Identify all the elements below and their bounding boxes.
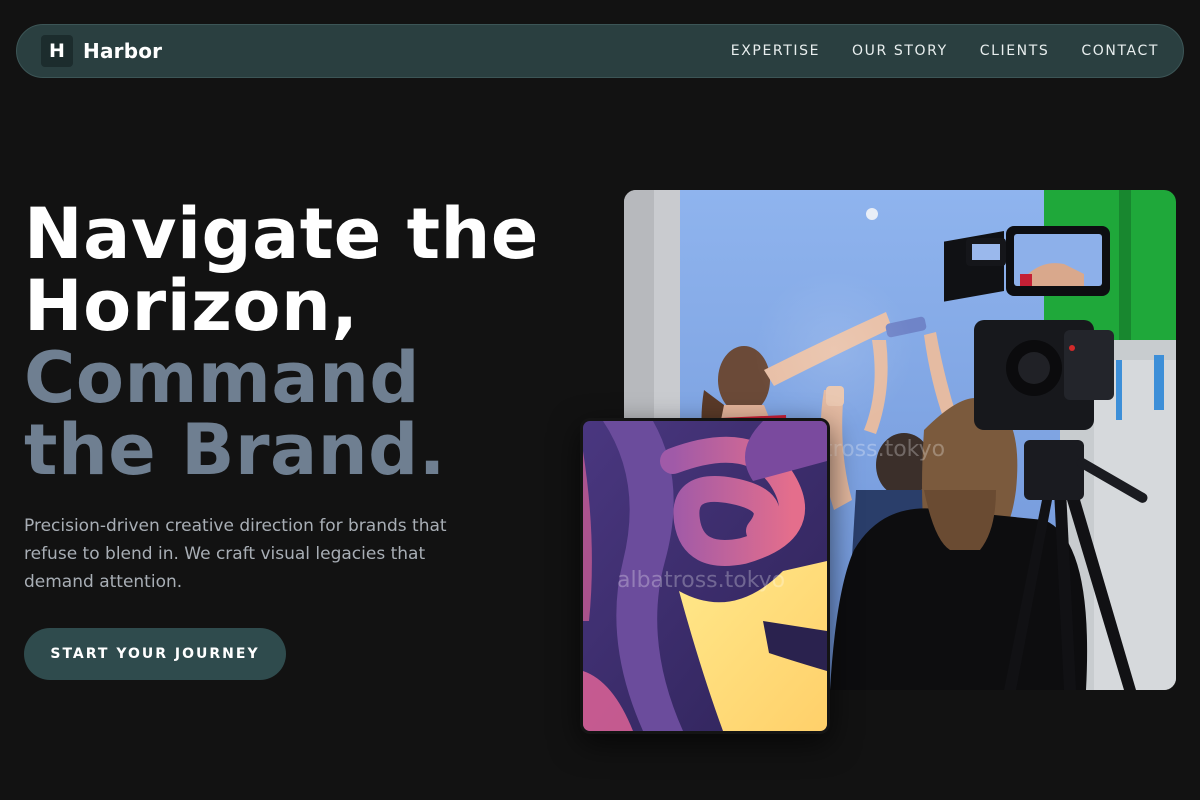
nav-links: EXPERTISE OUR STORY CLIENTS CONTACT [731, 43, 1159, 59]
brand-mark-icon: H [41, 35, 73, 67]
hero-title-line-4: the Brand. [24, 409, 446, 491]
page: H Harbor EXPERTISE OUR STORY CLIENTS CON… [0, 0, 1200, 800]
watermark-main: tross.tokyo [824, 437, 945, 462]
hero-subtitle: Precision-driven creative direction for … [24, 516, 447, 592]
hero-title-line-2: Horizon, [24, 265, 359, 347]
hero-title: Navigate the Horizon, Command the Brand. [24, 198, 584, 486]
top-nav: H Harbor EXPERTISE OUR STORY CLIENTS CON… [16, 24, 1184, 78]
nav-link-our-story[interactable]: OUR STORY [852, 43, 948, 59]
start-journey-button[interactable]: START YOUR JOURNEY [24, 628, 286, 680]
abstract-paint-illustration: albatross.tokyo [583, 421, 827, 731]
hero-title-line-1: Navigate the [24, 193, 539, 275]
nav-link-contact[interactable]: CONTACT [1081, 43, 1159, 59]
brand-name: Harbor [83, 39, 163, 63]
hero-title-line-3: Command [24, 337, 421, 419]
watermark-secondary: albatross.tokyo [617, 568, 785, 593]
nav-link-clients[interactable]: CLIENTS [980, 43, 1050, 59]
brand-logo[interactable]: H Harbor [41, 35, 162, 67]
nav-link-expertise[interactable]: EXPERTISE [731, 43, 820, 59]
abstract-artwork: albatross.tokyo [580, 418, 830, 734]
